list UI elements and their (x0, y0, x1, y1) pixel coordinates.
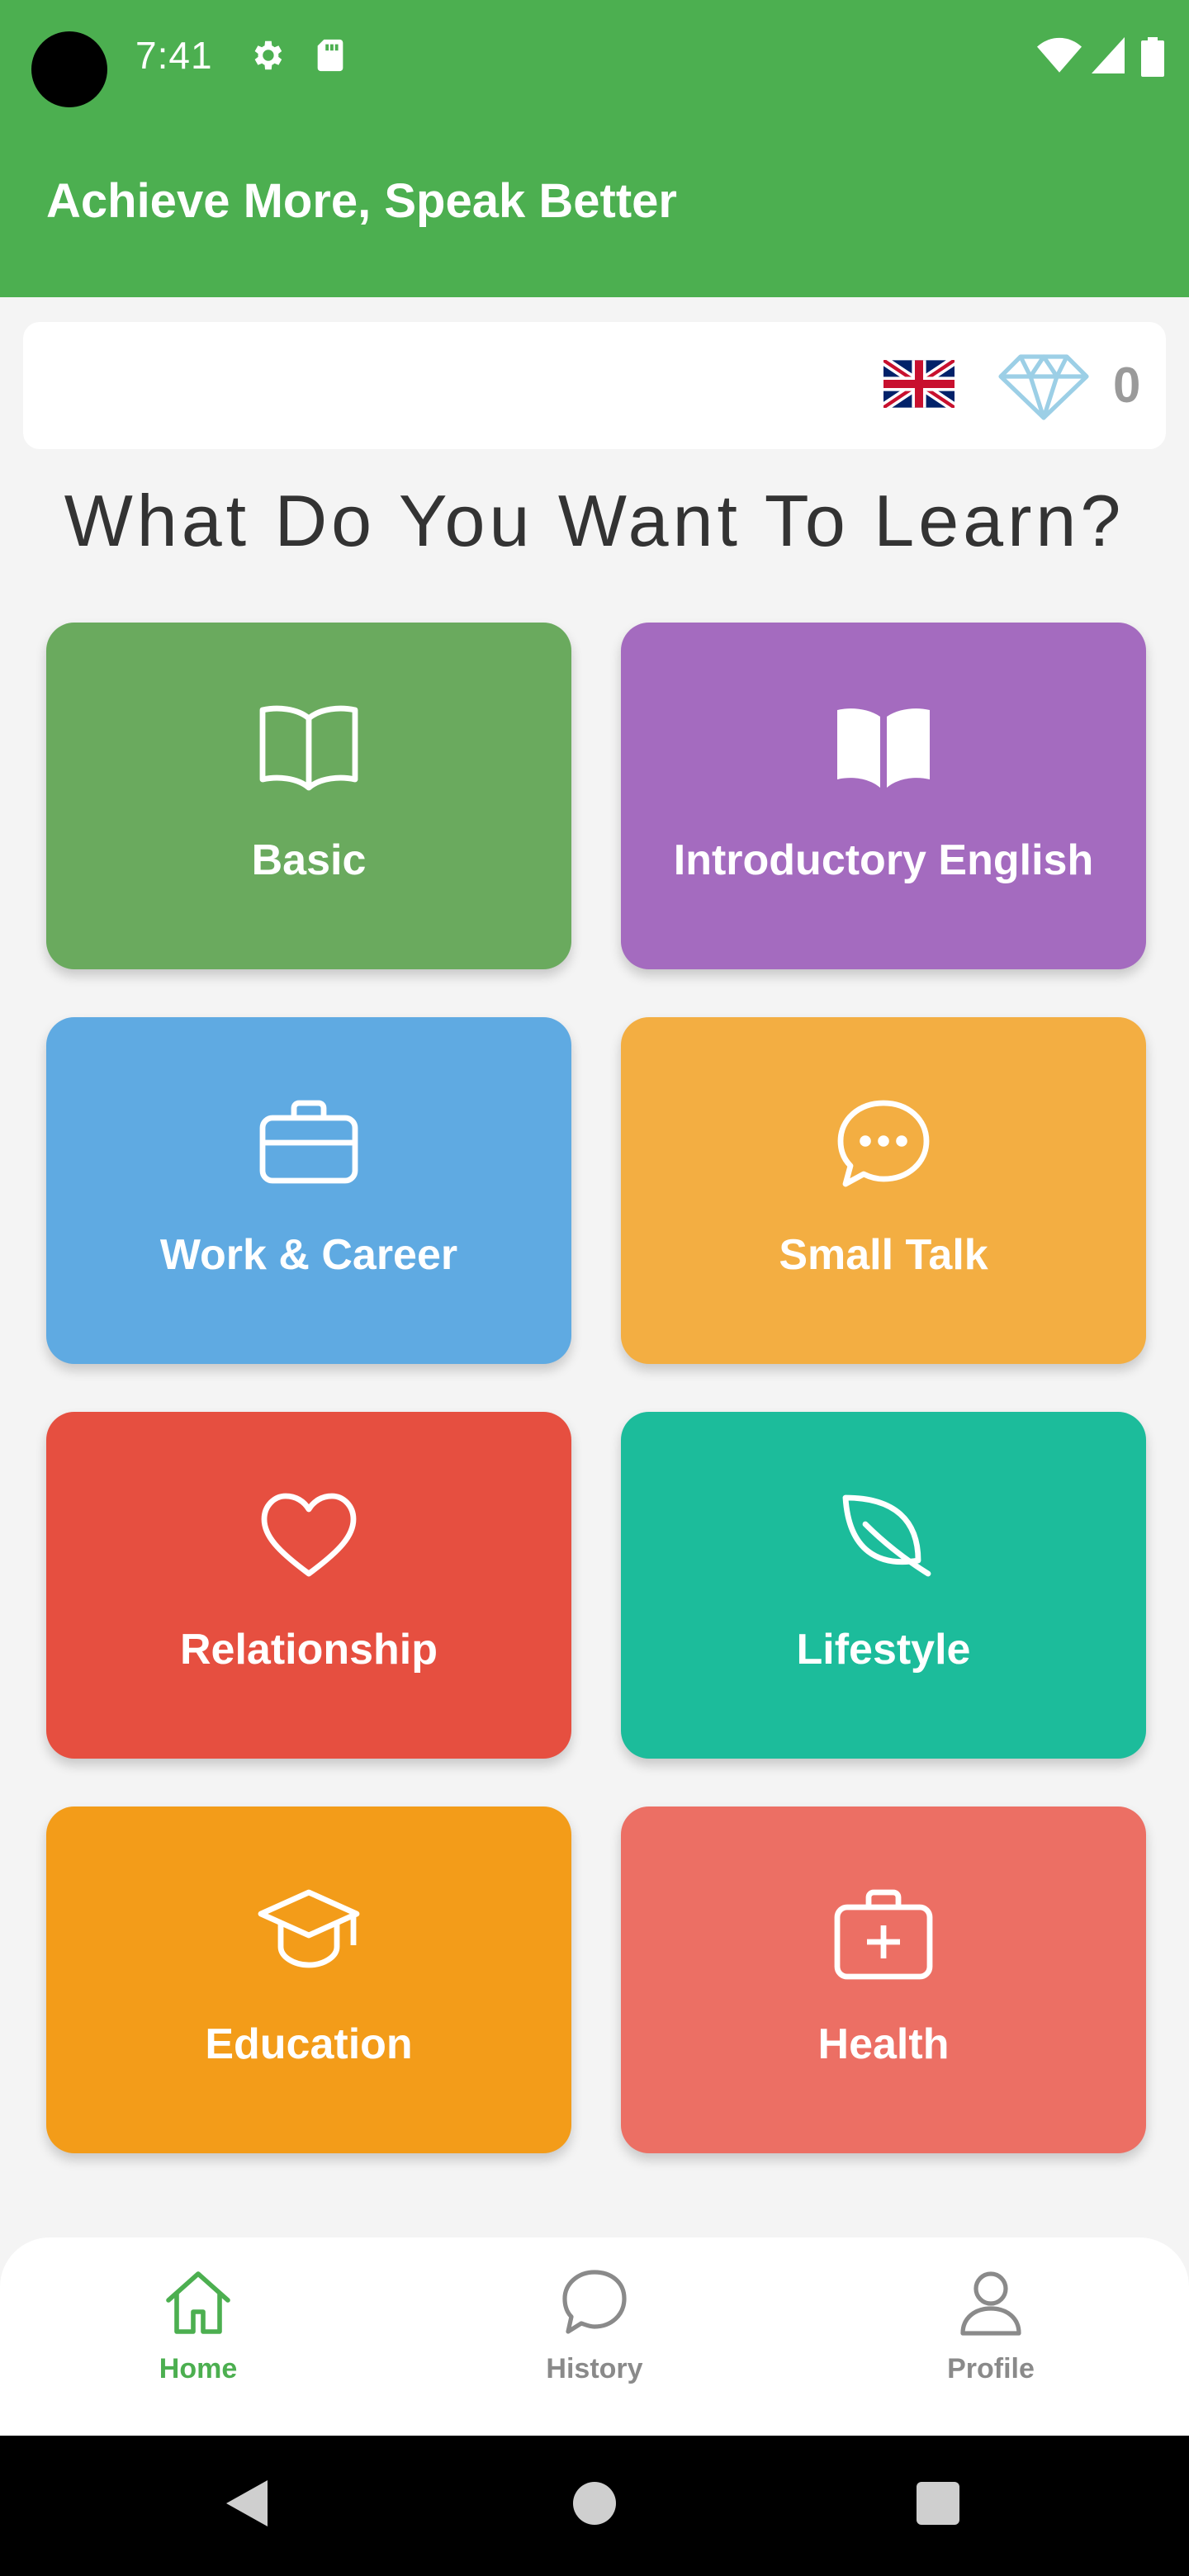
gear-icon (254, 40, 282, 70)
category-label: Education (205, 2020, 413, 2068)
medical-kit-icon (834, 1889, 933, 1980)
uk-flag-icon[interactable] (883, 360, 955, 408)
home-icon (166, 2271, 230, 2334)
status-time: 7:41 (135, 34, 213, 77)
graduation-cap-icon (258, 1889, 360, 1968)
top-card: 0 (23, 322, 1166, 449)
leaf-icon (842, 1494, 931, 1577)
category-tile-small-talk[interactable]: Small Talk (621, 1017, 1146, 1364)
category-tile-lifestyle[interactable]: Lifestyle (621, 1412, 1146, 1759)
category-tile-education[interactable]: Education (46, 1807, 571, 2153)
category-tile-work-career[interactable]: Work & Career (46, 1017, 571, 1364)
gem-count: 0 (1113, 358, 1141, 413)
category-label: Small Talk (779, 1231, 988, 1279)
open-book-filled-icon (837, 708, 930, 788)
category-tile-introductory-english[interactable]: Introductory English (621, 623, 1146, 969)
nav-item-history[interactable]: History (471, 2237, 718, 2436)
app-bar: Achieve More, Speak Better (0, 116, 1189, 297)
chat-bubble-icon (562, 2270, 627, 2334)
page-headline: What Do You Want To Learn? (64, 480, 1125, 561)
app-title: Achieve More, Speak Better (46, 174, 677, 228)
home-circle-icon[interactable] (571, 2477, 618, 2530)
open-book-outline-icon (259, 705, 358, 791)
back-icon[interactable] (221, 2477, 271, 2530)
status-bar: 7:41 (0, 0, 1189, 116)
category-tile-relationship[interactable]: Relationship (46, 1412, 571, 1759)
nav-label-profile: Profile (947, 2353, 1035, 2384)
nav-item-profile[interactable]: Profile (867, 2237, 1115, 2436)
briefcase-icon (259, 1100, 358, 1184)
diamond-icon (998, 354, 1089, 420)
system-navigation-bar (0, 2436, 1189, 2576)
category-label: Lifestyle (796, 1626, 971, 1674)
category-label: Relationship (179, 1626, 438, 1674)
category-label: Introductory English (673, 836, 1094, 884)
category-tile-health[interactable]: Health (621, 1807, 1146, 2153)
category-label: Health (817, 2020, 950, 2068)
nav-label-history: History (546, 2353, 643, 2384)
nav-label-home: Home (159, 2353, 238, 2384)
battery-icon (1141, 37, 1164, 77)
sd-card-icon (317, 39, 343, 72)
nav-item-home[interactable]: Home (74, 2237, 322, 2436)
wifi-icon (1037, 37, 1082, 73)
person-icon (960, 2271, 1021, 2336)
chat-bubble-icon (837, 1100, 930, 1187)
category-label: Work & Career (159, 1231, 458, 1279)
category-tile-basic[interactable]: Basic (46, 623, 571, 969)
camera-cutout (31, 31, 107, 107)
recents-icon[interactable] (915, 2477, 961, 2530)
heart-icon (261, 1493, 357, 1577)
signal-icon (1092, 37, 1125, 73)
bottom-navigation: Home History Profile (0, 2237, 1189, 2436)
category-label: Basic (251, 836, 367, 884)
